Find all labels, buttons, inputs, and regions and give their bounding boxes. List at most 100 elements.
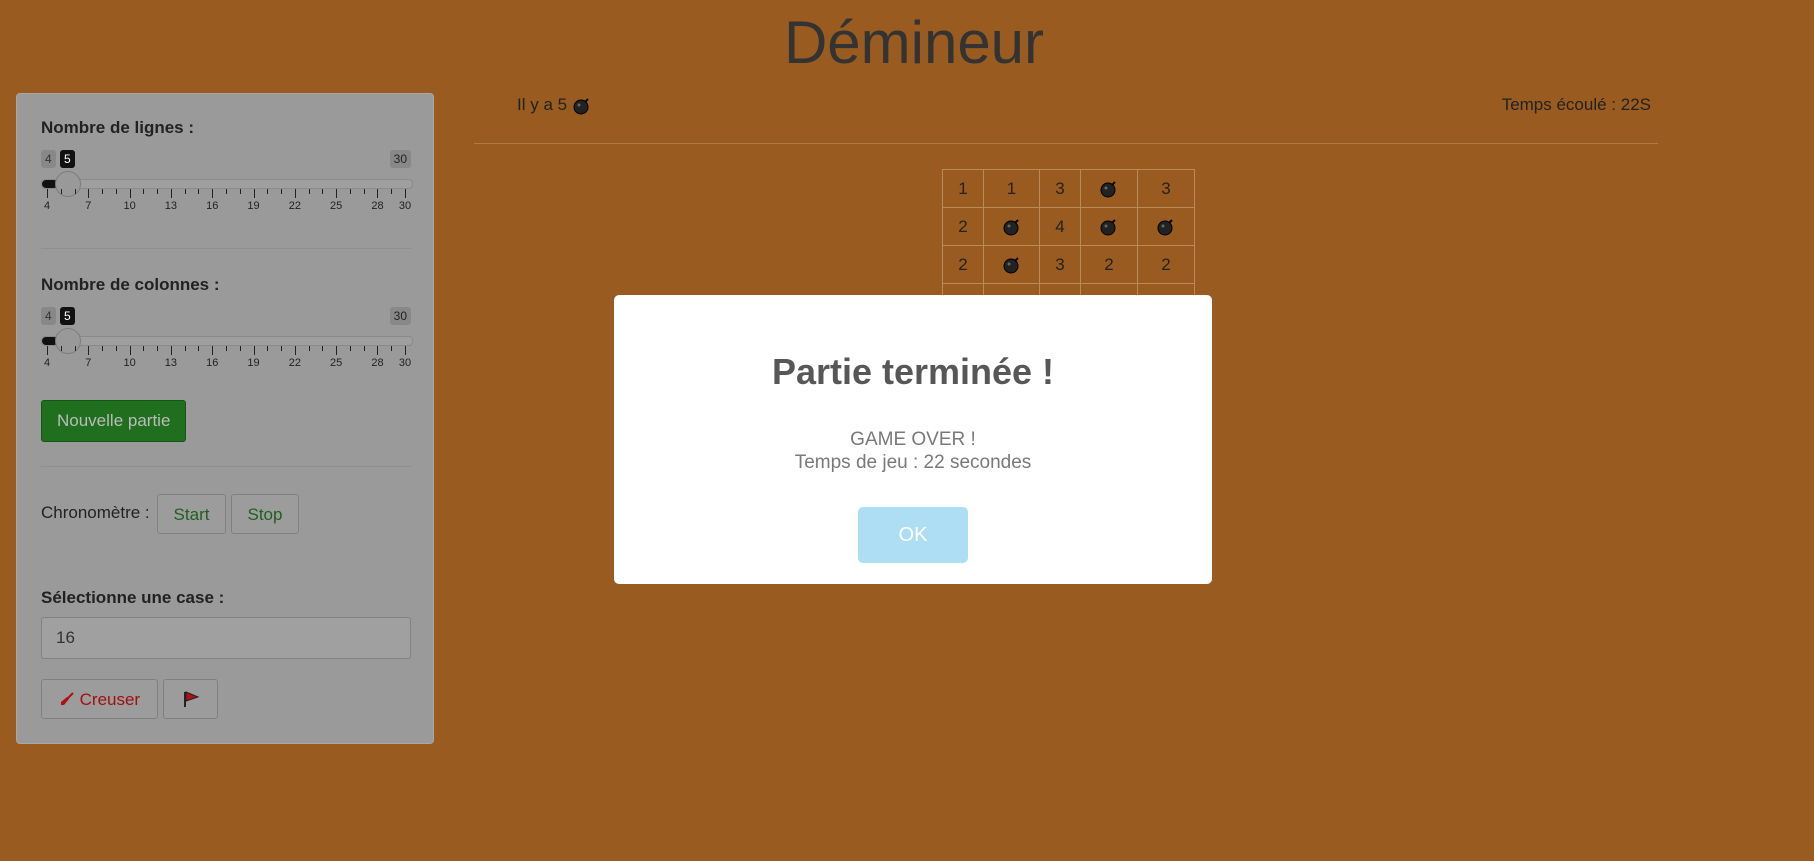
- mine-count-text: Il y a 5: [517, 95, 568, 114]
- slider-tick: [102, 189, 104, 194]
- cols-slider[interactable]: [41, 336, 413, 346]
- cols-min-badge: 4: [41, 307, 56, 325]
- slider-tick-label: 7: [85, 200, 92, 212]
- slider-tick-label: 10: [123, 357, 136, 369]
- mine-count: Il y a 5: [517, 95, 592, 116]
- slider-tick: [198, 346, 200, 351]
- slider-tick: [184, 346, 186, 351]
- dialog-title: Partie terminée !: [771, 351, 1055, 392]
- slider-tick: [226, 189, 227, 194]
- rows-slider-ticks: 4 7 10 13 16 19 22 25 28 30: [41, 189, 411, 213]
- bomb-icon: [1003, 257, 1019, 274]
- slider-tick-label: 22: [288, 357, 301, 369]
- board-cell[interactable]: [1080, 207, 1138, 246]
- slider-tick: [267, 346, 269, 351]
- rows-label: Nombre de lignes :: [41, 118, 195, 137]
- slider-tick: [308, 346, 310, 351]
- board-row: 1133: [942, 169, 1195, 208]
- slider-tick: [281, 346, 283, 351]
- slider-tick-label: 7: [85, 357, 92, 369]
- slider-tick: [47, 189, 48, 198]
- new-game-button[interactable]: Nouvelle partie: [41, 400, 187, 442]
- slider-tick: [212, 346, 214, 355]
- slider-tick-label: 30: [398, 200, 412, 212]
- slider-tick-label: 19: [247, 357, 260, 369]
- slider-tick-label: 13: [164, 200, 178, 212]
- board-cell[interactable]: 1: [983, 169, 1040, 208]
- slider-tick-label: 25: [330, 357, 343, 369]
- slider-tick: [170, 189, 172, 198]
- settings-panel: Nombre de lignes : 4 5 30 4 7 10 13 16 19 22 25…: [16, 93, 434, 744]
- dig-label: Creuser: [79, 690, 141, 709]
- board-cell[interactable]: [1080, 169, 1138, 208]
- ok-button[interactable]: OK: [858, 507, 968, 563]
- board-cell[interactable]: 2: [942, 207, 984, 246]
- flag-icon: [183, 691, 199, 707]
- board-cell[interactable]: 2: [942, 245, 984, 284]
- slider-tick-label: 28: [371, 200, 384, 212]
- dialog-message: GAME OVER ! Temps de jeu : 22 secondes: [614, 428, 1212, 474]
- slider-tick: [363, 189, 365, 194]
- slider-tick: [115, 189, 117, 194]
- slider-tick-label: 30: [398, 357, 412, 369]
- rows-value-badge: 5: [60, 150, 75, 168]
- start-button[interactable]: Start: [157, 494, 226, 534]
- board-cell[interactable]: 1: [942, 169, 984, 208]
- bomb-icon: [1157, 219, 1173, 236]
- board-cell[interactable]: 2: [1137, 245, 1195, 284]
- cols-max-badge: 30: [389, 307, 411, 325]
- slider-tick: [322, 189, 324, 194]
- slider-tick: [336, 346, 338, 355]
- cell-input[interactable]: 16: [41, 617, 411, 659]
- slider-tick: [129, 346, 131, 355]
- slider-tick-label: 10: [123, 200, 136, 212]
- slider-tick-label: 25: [330, 200, 343, 212]
- game-over-dialog: Partie terminée ! GAME OVER ! Temps de j…: [614, 295, 1212, 584]
- slider-tick: [349, 189, 351, 194]
- slider-tick: [115, 346, 117, 351]
- slider-tick: [281, 189, 283, 194]
- board-cell[interactable]: 3: [1137, 169, 1195, 208]
- slider-tick-label: 28: [371, 357, 384, 369]
- board-cell[interactable]: 2: [1080, 245, 1138, 284]
- slider-tick: [226, 346, 227, 351]
- slider-tick-label: 4: [43, 200, 51, 212]
- board-row: 2322: [942, 245, 1195, 284]
- slider-tick: [267, 189, 269, 194]
- cols-value-badge: 5: [60, 307, 75, 325]
- slider-tick: [253, 189, 255, 198]
- board-cell[interactable]: 3: [1039, 245, 1081, 284]
- board-cell[interactable]: [983, 207, 1040, 246]
- slider-tick: [143, 346, 145, 351]
- board-cell[interactable]: [983, 245, 1040, 284]
- slider-tick: [47, 346, 48, 355]
- slider-tick: [157, 189, 159, 194]
- slider-tick: [377, 346, 379, 355]
- slider-tick: [391, 346, 393, 351]
- slider-tick: [405, 346, 406, 355]
- slider-tick: [391, 189, 393, 194]
- slider-tick: [157, 346, 159, 351]
- board-cell[interactable]: 3: [1039, 169, 1081, 208]
- page-title: Démineur: [783, 9, 1045, 76]
- header-divider: [474, 143, 1658, 144]
- slider-tick: [349, 346, 351, 351]
- slider-tick: [129, 189, 131, 198]
- slider-tick-label: 13: [164, 357, 178, 369]
- board-cell[interactable]: [1137, 207, 1195, 246]
- board-cell[interactable]: 4: [1039, 207, 1081, 246]
- rows-slider[interactable]: [41, 179, 413, 189]
- dig-button[interactable]: Creuser: [41, 679, 158, 719]
- flag-button[interactable]: [163, 679, 218, 719]
- slider-tick: [143, 189, 145, 194]
- divider: [41, 248, 411, 249]
- slider-tick-label: 16: [206, 200, 219, 212]
- slider-tick: [102, 346, 104, 351]
- slider-tick: [239, 189, 241, 194]
- slider-tick: [60, 346, 62, 351]
- slider-tick: [336, 189, 338, 198]
- slider-tick: [74, 346, 76, 351]
- chrono-label: Chronomètre :: [41, 503, 150, 522]
- stop-button[interactable]: Stop: [231, 494, 299, 534]
- slider-tick: [212, 189, 214, 198]
